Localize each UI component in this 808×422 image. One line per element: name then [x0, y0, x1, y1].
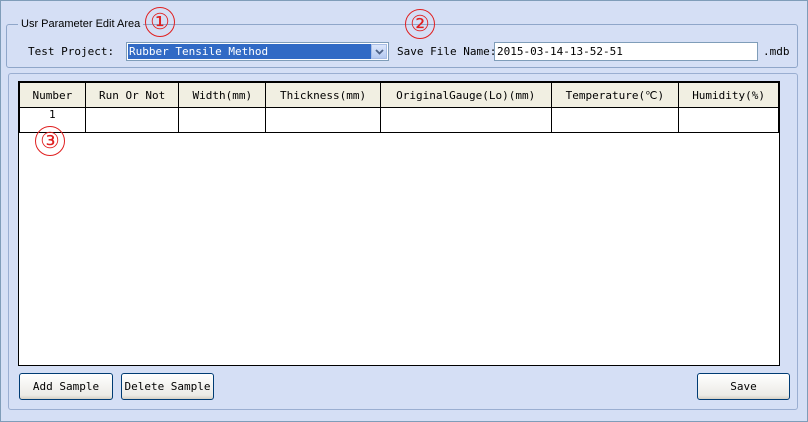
column-header-run-or-not[interactable]: Run Or Not	[84, 82, 180, 108]
column-header-thickness[interactable]: Thickness(mm)	[265, 82, 381, 108]
test-project-label: Test Project:	[28, 45, 115, 58]
column-header-number[interactable]: Number	[19, 82, 86, 108]
save-file-name-input[interactable]: 2015-03-14-13-52-51	[494, 42, 758, 61]
test-project-select[interactable]: Rubber Tensile Method	[126, 42, 389, 61]
test-project-value: Rubber Tensile Method	[128, 44, 371, 59]
cell-width[interactable]	[178, 107, 267, 133]
sample-table: Number Run Or Not Width(mm) Thickness(mm…	[19, 82, 779, 133]
file-extension-label: .mdb	[763, 45, 790, 58]
dropdown-button[interactable]	[371, 44, 387, 59]
cell-temperature[interactable]	[550, 107, 680, 133]
save-file-label: Save File Name:	[397, 45, 497, 58]
table-header-row: Number Run Or Not Width(mm) Thickness(mm…	[19, 82, 779, 108]
param-area-caption: Usr Parameter Edit Area	[18, 18, 144, 30]
column-header-humidity[interactable]: Humidity(%)	[678, 82, 779, 108]
cell-thickness[interactable]	[265, 107, 381, 133]
callout-marker-1: ①	[145, 7, 175, 37]
cell-humidity[interactable]	[678, 107, 779, 133]
add-sample-button[interactable]: Add Sample	[19, 373, 113, 400]
table-row: 1	[19, 107, 779, 133]
callout-marker-3: ③	[35, 126, 65, 156]
chevron-down-icon	[375, 49, 384, 55]
callout-marker-2: ②	[405, 9, 435, 39]
column-header-original-gauge[interactable]: OriginalGauge(Lo)(mm)	[379, 82, 552, 108]
delete-sample-button[interactable]: Delete Sample	[121, 373, 214, 400]
cell-original-gauge[interactable]	[379, 107, 552, 133]
save-button[interactable]: Save	[697, 373, 790, 400]
column-header-width[interactable]: Width(mm)	[178, 82, 267, 108]
sample-table-grid[interactable]: Number Run Or Not Width(mm) Thickness(mm…	[18, 81, 780, 366]
column-header-temperature[interactable]: Temperature(℃)	[550, 82, 680, 108]
cell-run-or-not[interactable]	[84, 107, 180, 133]
